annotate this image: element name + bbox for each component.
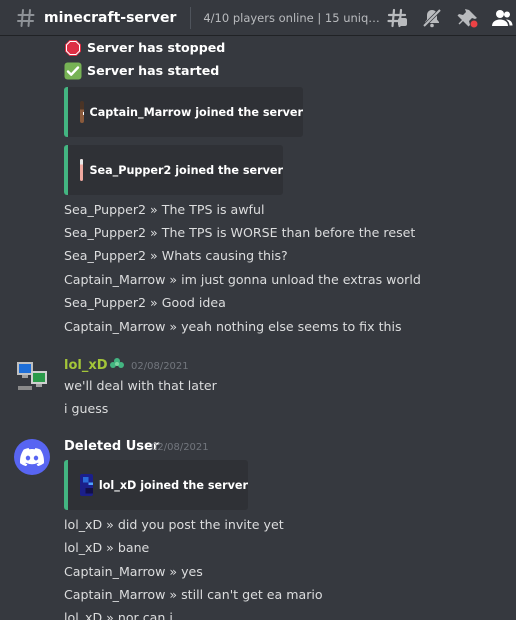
chat-line: Sea_Pupper2 » Whats causing this? — [64, 248, 288, 263]
chat-line: lol_xD » did you post the invite yet — [64, 517, 284, 532]
avatar[interactable] — [14, 357, 50, 393]
status-message-stopped: Server has stopped — [64, 39, 225, 57]
embed-text: Sea_Pupper2 joined the server — [89, 163, 283, 177]
player-head-icon — [80, 474, 93, 496]
embed-text: lol_xD joined the server — [98, 478, 248, 492]
player-head-icon — [80, 159, 84, 181]
timestamp: 02/08/2021 — [151, 442, 209, 453]
message-line: we'll deal with that later — [64, 378, 217, 393]
check-mark-icon — [64, 62, 82, 80]
embed-text: Captain_Marrow joined the server — [89, 105, 303, 119]
join-embed: Sea_Pupper2 joined the server — [64, 145, 283, 195]
avatar[interactable] — [14, 439, 50, 475]
message-line: i guess — [64, 401, 109, 416]
player-head-icon — [80, 101, 84, 123]
channel-topic[interactable]: 4/10 players online | 15 unique p... — [203, 11, 381, 25]
text-channel-icon — [14, 6, 38, 30]
role-icon — [109, 356, 125, 376]
chat-line: Sea_Pupper2 » The TPS is awful — [64, 202, 265, 217]
chat-line: Sea_Pupper2 » Good idea — [64, 295, 226, 310]
header-divider — [190, 6, 192, 29]
join-embed: lol_xD joined the server — [64, 460, 248, 510]
username[interactable]: lol_xD — [64, 357, 108, 375]
status-text: Server has started — [87, 63, 220, 78]
discord-logo-icon — [20, 448, 44, 466]
chat-line: Captain_Marrow » still can't get ea mari… — [64, 587, 323, 602]
pinned-messages-icon[interactable] — [455, 6, 479, 30]
channel-header: minecraft-server 4/10 players online | 1… — [0, 0, 516, 36]
channel-name: minecraft-server — [44, 9, 177, 26]
notification-settings-icon[interactable] — [420, 6, 444, 30]
chat-line: lol_xD » bane — [64, 540, 150, 555]
status-message-started: Server has started — [64, 62, 219, 80]
chat-line: Captain_Marrow » im just gonna unload th… — [64, 272, 421, 287]
chat-line: lol_xD » nor can i — [64, 610, 173, 620]
timestamp: 02/08/2021 — [131, 361, 189, 372]
status-text: Server has stopped — [87, 40, 226, 55]
chat-line: Sea_Pupper2 » The TPS is WORSE than befo… — [64, 225, 416, 240]
threads-icon[interactable] — [385, 6, 409, 30]
stop-sign-icon — [64, 39, 82, 57]
header-toolbar — [374, 6, 514, 30]
username[interactable]: Deleted User — [64, 438, 159, 456]
join-embed: Captain_Marrow joined the server — [64, 87, 303, 137]
chat-line: Captain_Marrow » yeah nothing else seems… — [64, 319, 402, 334]
member-list-icon[interactable] — [490, 6, 514, 30]
chat-line: Captain_Marrow » yes — [64, 564, 203, 579]
